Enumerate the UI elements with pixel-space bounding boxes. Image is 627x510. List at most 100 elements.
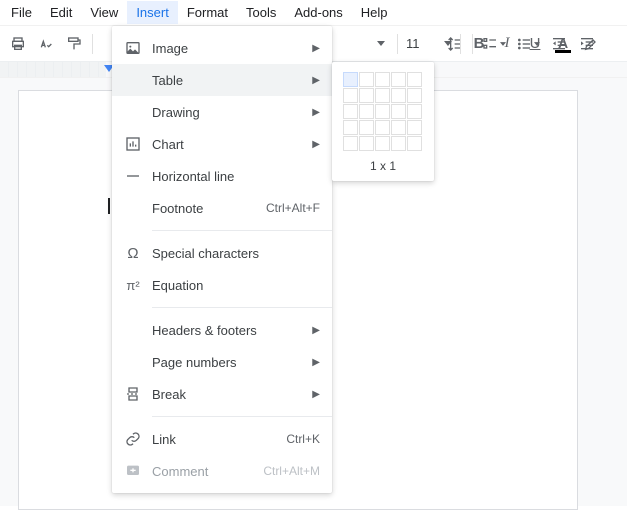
table-grid-cell[interactable] — [343, 72, 358, 87]
table-grid-cell[interactable] — [375, 136, 390, 151]
table-grid-cell[interactable] — [359, 136, 374, 151]
menu-file[interactable]: File — [2, 1, 41, 24]
insert-link-item[interactable]: Link Ctrl+K — [112, 423, 332, 455]
toolbar-right-group — [440, 26, 601, 62]
omega-icon: Ω — [122, 245, 144, 262]
table-grid-cell[interactable] — [375, 72, 390, 87]
increase-indent-button[interactable] — [573, 30, 601, 58]
menu-help[interactable]: Help — [352, 1, 397, 24]
spellcheck-button[interactable] — [32, 30, 60, 58]
page-break-icon — [122, 386, 144, 402]
insert-break-item[interactable]: Break ▶ — [112, 378, 332, 410]
table-grid-cell[interactable] — [391, 104, 406, 119]
submenu-arrow-icon: ▶ — [312, 107, 320, 118]
comment-add-icon — [122, 463, 144, 479]
table-grid-cell[interactable] — [391, 136, 406, 151]
pi-squared-icon: π² — [122, 278, 144, 293]
table-grid-cell[interactable] — [343, 136, 358, 151]
table-grid-cell[interactable] — [343, 88, 358, 103]
submenu-arrow-icon: ▶ — [312, 325, 320, 336]
insert-comment-item: Comment Ctrl+Alt+M — [112, 455, 332, 487]
insert-special-characters-item[interactable]: Ω Special characters — [112, 237, 332, 269]
ruler-margin — [0, 62, 106, 77]
menu-item-label: Drawing — [144, 105, 304, 120]
menu-item-label: Footnote — [144, 201, 266, 216]
horizontal-line-icon — [122, 168, 144, 184]
toolbar-separator — [472, 34, 473, 54]
insert-drawing-item[interactable]: Drawing ▶ — [112, 96, 332, 128]
table-grid-cell[interactable] — [407, 88, 422, 103]
table-grid-cell[interactable] — [359, 120, 374, 135]
menu-addons[interactable]: Add-ons — [285, 1, 351, 24]
insert-table-item[interactable]: Table ▶ — [112, 64, 332, 96]
menu-insert[interactable]: Insert — [127, 1, 178, 24]
toolbar-separator — [92, 34, 93, 54]
table-grid-cell[interactable] — [359, 88, 374, 103]
menu-divider — [152, 416, 332, 417]
shortcut-label: Ctrl+Alt+F — [266, 201, 320, 215]
bulleted-list-button[interactable] — [511, 30, 545, 58]
paint-roller-icon — [66, 36, 82, 52]
table-grid-cell[interactable] — [375, 120, 390, 135]
paint-format-button[interactable] — [60, 30, 88, 58]
insert-image-item[interactable]: Image ▶ — [112, 32, 332, 64]
insert-dropdown: Image ▶ Table ▶ Drawing ▶ Chart ▶ Horizo… — [112, 26, 332, 493]
menu-item-label: Page numbers — [144, 355, 304, 370]
menu-view[interactable]: View — [81, 1, 127, 24]
submenu-arrow-icon: ▶ — [312, 389, 320, 400]
table-grid-cell[interactable] — [359, 72, 374, 87]
submenu-arrow-icon: ▶ — [312, 357, 320, 368]
caret-down-icon — [534, 42, 540, 46]
line-spacing-button[interactable] — [440, 30, 468, 58]
menu-format[interactable]: Format — [178, 1, 237, 24]
menu-item-label: Equation — [144, 278, 320, 293]
link-icon — [122, 431, 144, 447]
submenu-arrow-icon: ▶ — [312, 43, 320, 54]
table-grid-cell[interactable] — [343, 104, 358, 119]
print-icon — [10, 36, 26, 52]
decrease-indent-button[interactable] — [545, 30, 573, 58]
menu-item-label: Link — [144, 432, 286, 447]
decrease-indent-icon — [551, 36, 567, 52]
menu-item-label: Chart — [144, 137, 304, 152]
menu-edit[interactable]: Edit — [41, 1, 81, 24]
table-grid-cell[interactable] — [407, 136, 422, 151]
insert-headers-footers-item[interactable]: Headers & footers ▶ — [112, 314, 332, 346]
submenu-arrow-icon: ▶ — [312, 75, 320, 86]
insert-equation-item[interactable]: π² Equation — [112, 269, 332, 301]
table-grid-cell[interactable] — [359, 104, 374, 119]
table-grid-cell[interactable] — [407, 104, 422, 119]
table-grid-cell[interactable] — [407, 120, 422, 135]
menu-item-label: Headers & footers — [144, 323, 304, 338]
font-size-value: 11 — [406, 36, 420, 51]
table-grid-cell[interactable] — [343, 120, 358, 135]
menu-bar: File Edit View Insert Format Tools Add-o… — [0, 0, 627, 26]
shortcut-label: Ctrl+Alt+M — [263, 464, 320, 478]
insert-chart-item[interactable]: Chart ▶ — [112, 128, 332, 160]
insert-horizontal-line-item[interactable]: Horizontal line — [112, 160, 332, 192]
caret-down-icon — [377, 41, 385, 46]
styles-dropdown[interactable] — [351, 41, 393, 46]
menu-divider — [152, 230, 332, 231]
print-button[interactable] — [4, 30, 32, 58]
text-cursor — [108, 198, 110, 214]
menu-item-label: Special characters — [144, 246, 320, 261]
table-grid-cell[interactable] — [375, 88, 390, 103]
table-grid[interactable] — [343, 72, 423, 151]
table-grid-cell[interactable] — [391, 88, 406, 103]
bulleted-list-icon — [516, 36, 532, 52]
shortcut-label: Ctrl+K — [286, 432, 320, 446]
insert-footnote-item[interactable]: Footnote Ctrl+Alt+F — [112, 192, 332, 224]
table-grid-cell[interactable] — [375, 104, 390, 119]
table-size-label: 1 x 1 — [342, 159, 424, 173]
menu-item-label: Table — [144, 73, 304, 88]
menu-tools[interactable]: Tools — [237, 1, 285, 24]
insert-page-numbers-item[interactable]: Page numbers ▶ — [112, 346, 332, 378]
table-size-picker: 1 x 1 — [332, 62, 434, 181]
table-grid-cell[interactable] — [391, 72, 406, 87]
table-grid-cell[interactable] — [391, 120, 406, 135]
menu-divider — [152, 307, 332, 308]
table-grid-cell[interactable] — [407, 72, 422, 87]
line-spacing-icon — [446, 36, 462, 52]
checklist-button[interactable] — [477, 30, 511, 58]
